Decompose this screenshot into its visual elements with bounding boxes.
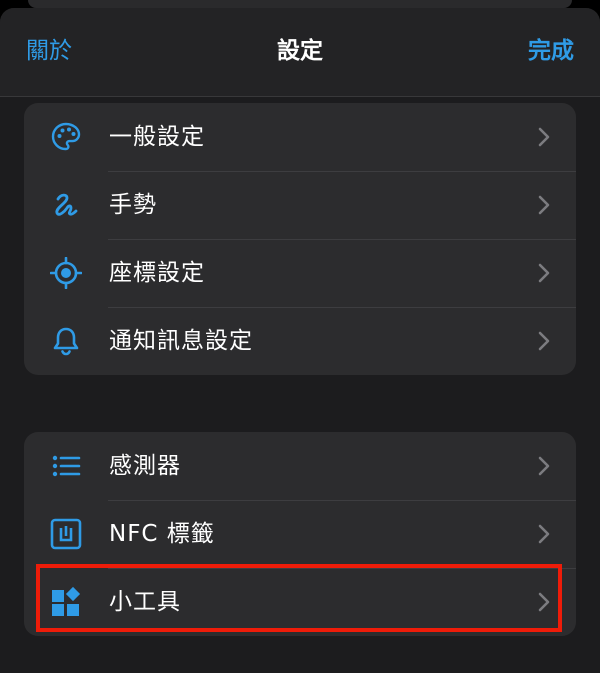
done-button[interactable]: 完成 [528, 34, 574, 68]
palette-icon [50, 121, 82, 153]
settings-sheet: 關於 設定 完成 一般設定 手勢 座標設定 通知訊息設定 感測器 NFC 標籤 … [0, 8, 600, 673]
chevron-right-icon [538, 456, 550, 476]
chevron-right-icon [538, 592, 550, 612]
row-label: 座標設定 [109, 260, 205, 286]
list-icon [50, 450, 82, 482]
row-label: 通知訊息設定 [109, 328, 253, 354]
row-label: 小工具 [109, 589, 181, 615]
page-title: 設定 [277, 38, 323, 64]
bell-icon [50, 325, 82, 357]
gesture-squiggle-icon [50, 189, 82, 221]
row-label: NFC 標籤 [109, 521, 215, 547]
nfc-tag-icon [50, 518, 82, 550]
chevron-right-icon [538, 127, 550, 147]
row-nfc-tags[interactable]: NFC 標籤 [24, 500, 576, 568]
navigation-bar: 關於 設定 完成 [0, 8, 600, 97]
row-gestures[interactable]: 手勢 [24, 171, 576, 239]
row-sensors[interactable]: 感測器 [24, 432, 576, 500]
settings-group-devices: 感測器 NFC 標籤 小工具 [24, 432, 576, 636]
chevron-right-icon [538, 263, 550, 283]
chevron-right-icon [538, 524, 550, 544]
row-coordinate-settings[interactable]: 座標設定 [24, 239, 576, 307]
row-widgets[interactable]: 小工具 [24, 568, 576, 636]
row-label: 手勢 [109, 192, 157, 218]
row-notification-settings[interactable]: 通知訊息設定 [24, 307, 576, 375]
chevron-right-icon [538, 195, 550, 215]
background-sheet-edge [28, 0, 572, 8]
about-button[interactable]: 關於 [26, 34, 72, 68]
chevron-right-icon [538, 331, 550, 351]
location-target-icon [49, 256, 83, 290]
row-label: 感測器 [109, 453, 181, 479]
row-label: 一般設定 [109, 124, 205, 150]
widgets-icon [50, 586, 82, 618]
row-general-settings[interactable]: 一般設定 [24, 103, 576, 171]
settings-group-general: 一般設定 手勢 座標設定 通知訊息設定 [24, 103, 576, 375]
